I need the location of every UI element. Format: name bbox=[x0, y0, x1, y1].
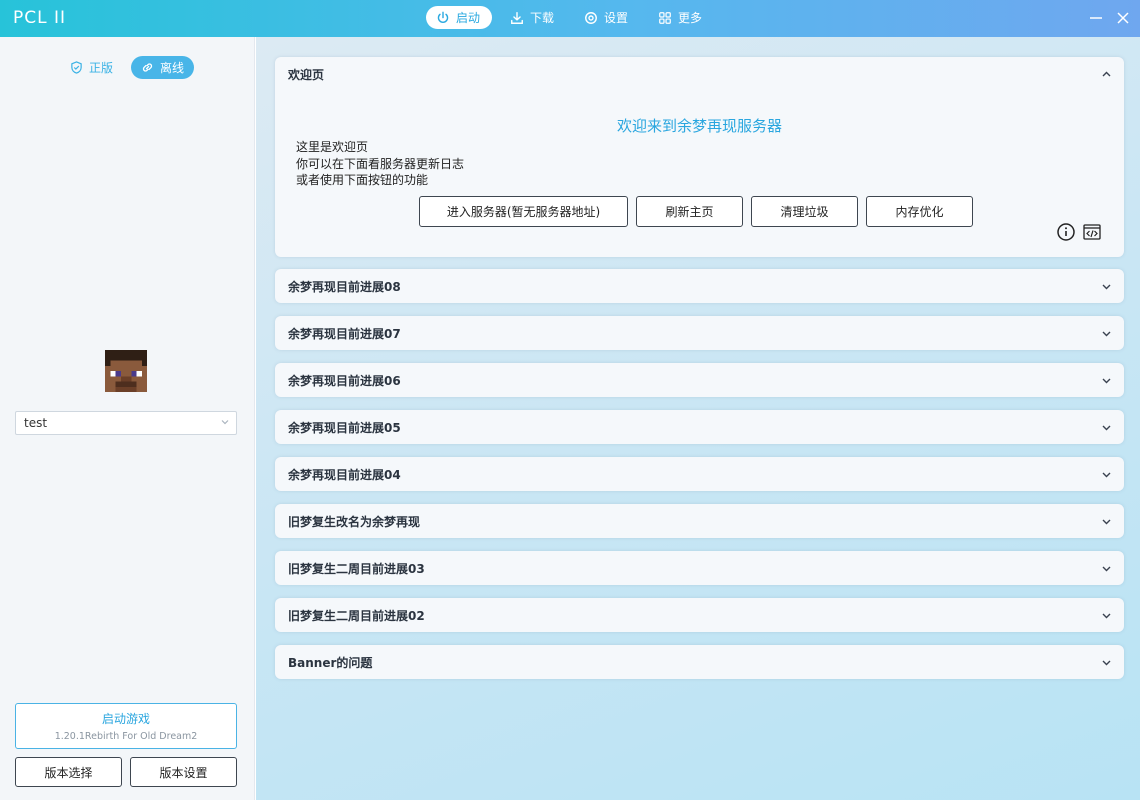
launch-game-version: 1.20.1Rebirth For Old Dream2 bbox=[54, 731, 198, 742]
mode-official-label: 正版 bbox=[89, 61, 114, 75]
version-select-button[interactable]: 版本选择 bbox=[15, 757, 122, 787]
launch-game-button[interactable]: 启动游戏 1.20.1Rebirth For Old Dream2 bbox=[15, 703, 237, 749]
section-title: 余梦再现目前进展05 bbox=[288, 420, 401, 435]
welcome-line: 或者使用下面按钮的功能 bbox=[296, 173, 429, 187]
power-icon bbox=[437, 11, 449, 23]
chevron-down-icon bbox=[221, 420, 229, 425]
chevron-down-icon bbox=[1102, 331, 1111, 337]
tab-download[interactable]: 下载 bbox=[500, 6, 566, 29]
grid-icon bbox=[659, 11, 671, 24]
update-section-header[interactable]: 余梦再现目前进展04 bbox=[275, 457, 1124, 491]
chevron-down-icon bbox=[1102, 425, 1111, 431]
sidebar: 正版 离线 test 启动游戏 1.20.1Rebirth For Old Dr… bbox=[0, 37, 255, 800]
chevron-down-icon bbox=[1102, 519, 1111, 525]
chevron-down-icon bbox=[1102, 472, 1111, 478]
chevron-down-icon bbox=[1102, 284, 1111, 290]
title-bar: PCL II 启动 下载 设置 更多 bbox=[0, 0, 1140, 37]
mode-official[interactable]: 正版 bbox=[60, 56, 123, 79]
section-title: 旧梦复生二周目前进展02 bbox=[288, 608, 425, 623]
chevron-down-icon bbox=[1102, 660, 1111, 666]
tab-launch[interactable]: 启动 bbox=[426, 6, 493, 29]
main-content: 欢迎页 欢迎来到余梦再现服务器 这里是欢迎页 你可以在下面看服务器更新日志 或者… bbox=[256, 37, 1140, 800]
player-avatar bbox=[105, 350, 147, 392]
update-section-header[interactable]: 余梦再现目前进展05 bbox=[275, 410, 1124, 444]
tab-download-label: 下载 bbox=[530, 11, 555, 25]
shield-icon bbox=[71, 61, 82, 74]
update-section: 余梦再现目前进展04 bbox=[275, 457, 1124, 491]
download-icon bbox=[511, 11, 523, 24]
update-section-header[interactable]: 余梦再现目前进展06 bbox=[275, 363, 1124, 397]
update-section-header[interactable]: Banner的问题 bbox=[275, 645, 1124, 679]
clean-junk-button[interactable]: 清理垃圾 bbox=[751, 196, 858, 227]
update-section: 余梦再现目前进展05 bbox=[275, 410, 1124, 444]
update-section-header[interactable]: 旧梦复生二周目前进展03 bbox=[275, 551, 1124, 585]
username-select[interactable]: test bbox=[15, 411, 237, 435]
update-section: Banner的问题 bbox=[275, 645, 1124, 679]
chevron-down-icon bbox=[1102, 566, 1111, 572]
update-section-header[interactable]: 旧梦复生改名为余梦再现 bbox=[275, 504, 1124, 538]
tab-more-label: 更多 bbox=[678, 11, 703, 25]
refresh-home-button[interactable]: 刷新主页 bbox=[636, 196, 743, 227]
tab-more[interactable]: 更多 bbox=[648, 6, 714, 29]
section-title: 余梦再现目前进展07 bbox=[288, 326, 401, 341]
update-section-header[interactable]: 余梦再现目前进展07 bbox=[275, 316, 1124, 350]
section-title: 余梦再现目前进展04 bbox=[288, 467, 401, 482]
section-title: Banner的问题 bbox=[288, 655, 373, 670]
version-settings-button[interactable]: 版本设置 bbox=[130, 757, 237, 787]
welcome-card: 欢迎页 欢迎来到余梦再现服务器 这里是欢迎页 你可以在下面看服务器更新日志 或者… bbox=[275, 57, 1124, 257]
welcome-line: 你可以在下面看服务器更新日志 bbox=[296, 156, 465, 171]
section-title: 旧梦复生二周目前进展03 bbox=[288, 561, 425, 576]
gear-icon bbox=[585, 11, 597, 24]
update-section-header[interactable]: 余梦再现目前进展08 bbox=[275, 269, 1124, 303]
update-section-header[interactable]: 旧梦复生二周目前进展02 bbox=[275, 598, 1124, 632]
tab-settings-label: 设置 bbox=[604, 11, 629, 25]
close-icon[interactable] bbox=[1114, 9, 1132, 27]
minimize-icon[interactable] bbox=[1087, 9, 1105, 27]
welcome-line: 这里是欢迎页 bbox=[296, 140, 369, 154]
launch-game-label: 启动游戏 bbox=[101, 712, 150, 726]
update-section: 旧梦复生改名为余梦再现 bbox=[275, 504, 1124, 538]
top-nav: 启动 下载 设置 更多 bbox=[426, 6, 722, 29]
welcome-heading: 欢迎来到余梦再现服务器 bbox=[616, 117, 782, 135]
chevron-down-icon bbox=[1102, 613, 1111, 619]
tab-settings[interactable]: 设置 bbox=[574, 6, 640, 29]
chevron-up-icon bbox=[1102, 71, 1111, 77]
login-mode-switch: 正版 离线 bbox=[60, 56, 195, 79]
update-section: 旧梦复生二周目前进展02 bbox=[275, 598, 1124, 632]
welcome-card-header[interactable]: 欢迎页 bbox=[275, 57, 1124, 91]
link-icon bbox=[142, 63, 153, 72]
username-value: test bbox=[24, 416, 48, 430]
memory-optimize-button[interactable]: 内存优化 bbox=[866, 196, 973, 227]
welcome-text: 这里是欢迎页 你可以在下面看服务器更新日志 或者使用下面按钮的功能 bbox=[296, 139, 464, 189]
update-section: 余梦再现目前进展06 bbox=[275, 363, 1124, 397]
tab-launch-label: 启动 bbox=[456, 11, 481, 25]
mode-offline[interactable]: 离线 bbox=[131, 56, 195, 79]
update-section: 余梦再现目前进展08 bbox=[275, 269, 1124, 303]
mode-offline-label: 离线 bbox=[160, 61, 185, 75]
app-title: PCL II bbox=[13, 8, 67, 28]
code-icon[interactable] bbox=[1082, 222, 1102, 242]
section-title: 余梦再现目前进展06 bbox=[288, 373, 401, 388]
section-title: 旧梦复生改名为余梦再现 bbox=[288, 514, 421, 529]
update-section: 余梦再现目前进展07 bbox=[275, 316, 1124, 350]
info-icon[interactable] bbox=[1056, 222, 1076, 242]
welcome-card-title: 欢迎页 bbox=[288, 67, 325, 82]
update-section: 旧梦复生二周目前进展03 bbox=[275, 551, 1124, 585]
section-title: 余梦再现目前进展08 bbox=[288, 279, 401, 294]
chevron-down-icon bbox=[1102, 378, 1111, 384]
join-server-button[interactable]: 进入服务器(暂无服务器地址) bbox=[419, 196, 628, 227]
